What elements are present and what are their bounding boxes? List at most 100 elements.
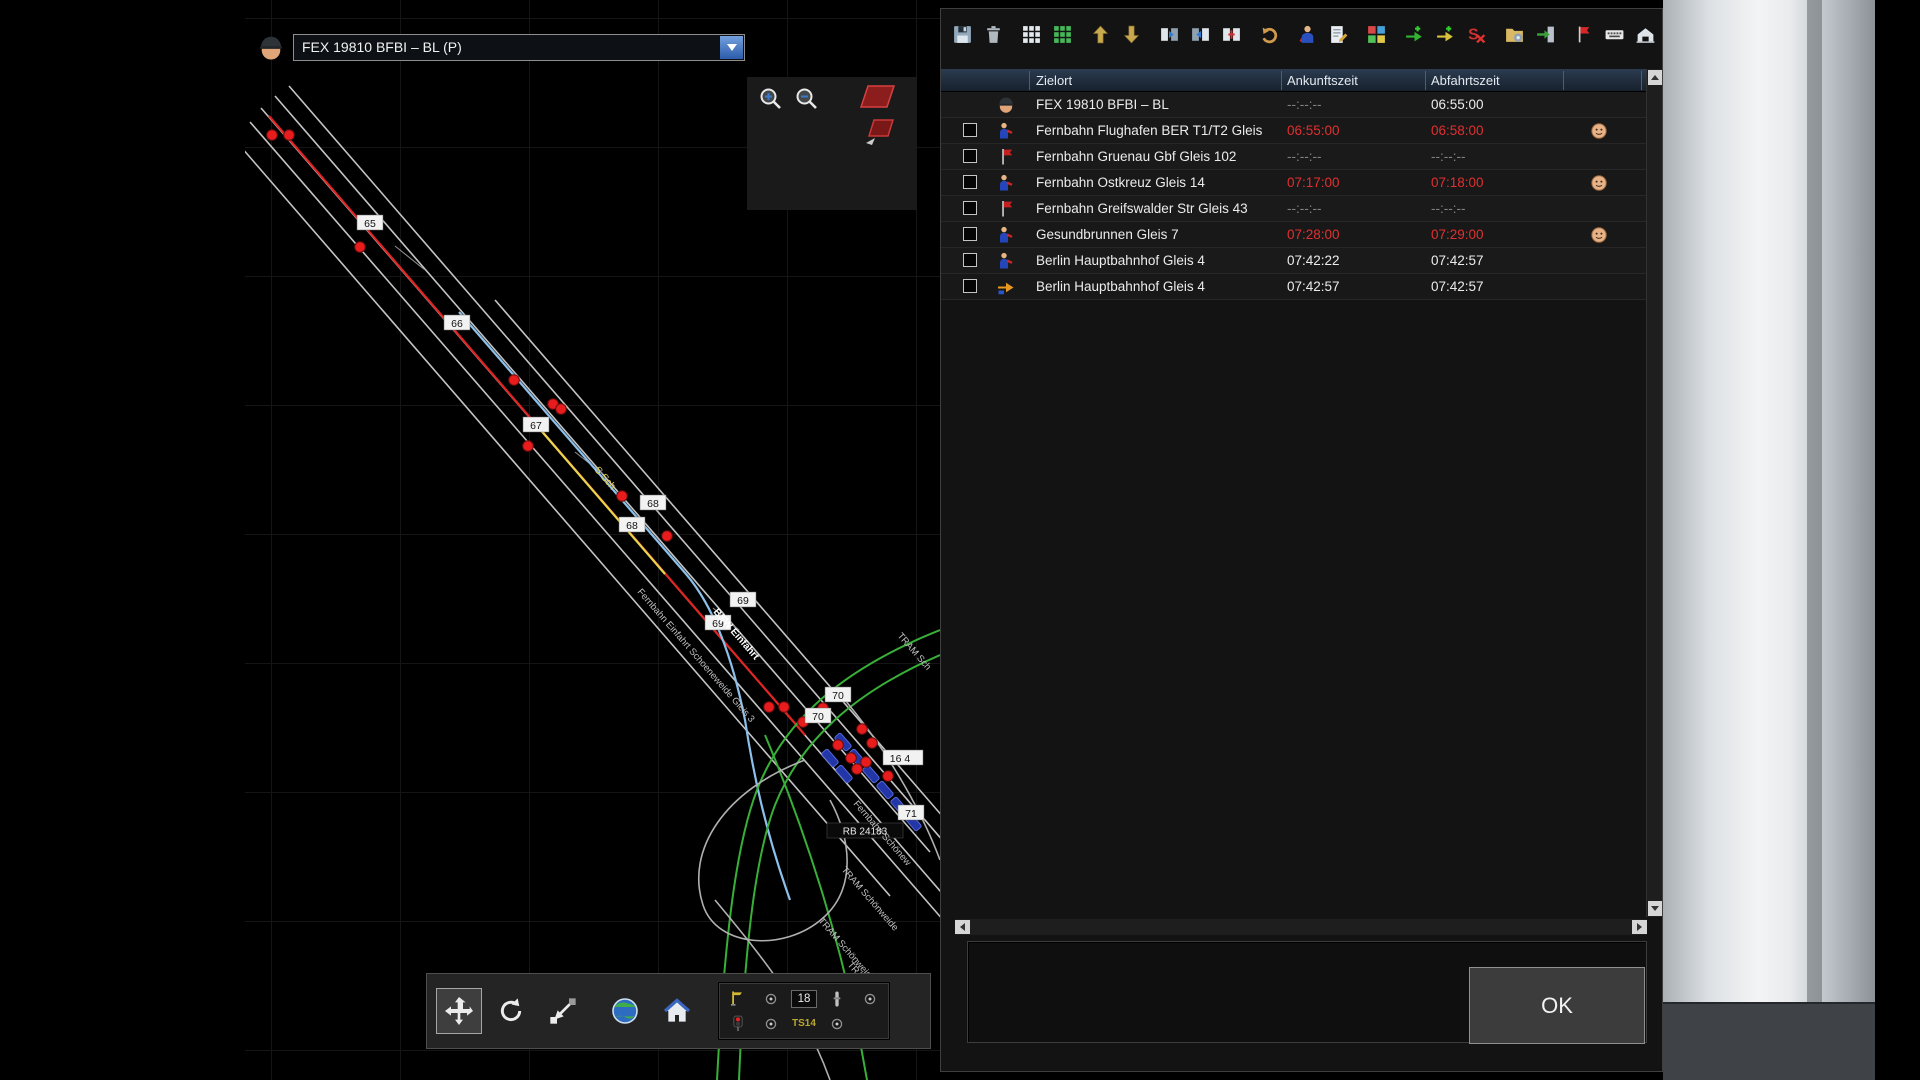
move-down-icon[interactable] xyxy=(1118,21,1145,48)
add-stop-green-icon[interactable] xyxy=(1401,21,1428,48)
driver-icon xyxy=(256,33,286,63)
timetable-rows: FEX 19810 BFBI – BL--:--:--06:55:00Fernb… xyxy=(941,92,1646,300)
track-map-panel: 65 66 67 68 68 69 69 70 70 71 16 4 RB 24… xyxy=(245,0,940,1080)
row-checkbox[interactable] xyxy=(963,201,977,215)
grid-small-icon[interactable] xyxy=(1018,21,1045,48)
ok-button[interactable]: OK xyxy=(1469,967,1645,1044)
column-ankunftszeit[interactable]: Ankunftszeit xyxy=(1287,73,1358,88)
depart-icon xyxy=(996,277,1016,297)
svg-text:67: 67 xyxy=(530,420,542,432)
pan-tool-button[interactable] xyxy=(436,988,482,1034)
mast-signal-icon[interactable] xyxy=(728,989,748,1009)
station-icon[interactable] xyxy=(1632,21,1659,48)
passenger-icon xyxy=(996,251,1016,271)
map-extent-icon[interactable] xyxy=(859,83,897,110)
ankunftszeit-cell: 07:42:57 xyxy=(1287,279,1340,294)
map-toolbar: 18 TS14 xyxy=(426,973,931,1049)
edit-list-icon[interactable] xyxy=(1325,21,1352,48)
table-header: Zielort Ankunftszeit Abfahrtszeit xyxy=(941,69,1646,92)
folder-gear-icon[interactable] xyxy=(1501,21,1528,48)
ankunftszeit-cell: --:--:-- xyxy=(1287,201,1321,216)
map-zoom-controls xyxy=(747,77,917,210)
remove-stop-icon[interactable]: S xyxy=(1463,21,1490,48)
ankunftszeit-cell: 07:28:00 xyxy=(1287,227,1340,242)
red-signal-icon[interactable] xyxy=(728,1014,748,1034)
column-zielort[interactable]: Zielort xyxy=(1036,73,1072,88)
abfahrtszeit-cell: --:--:-- xyxy=(1431,149,1465,164)
svg-text:70: 70 xyxy=(832,690,844,702)
row-checkbox[interactable] xyxy=(963,227,977,241)
scroll-right-button[interactable] xyxy=(1632,920,1647,934)
svg-text:70: 70 xyxy=(812,711,824,723)
indicator-dot-icon[interactable] xyxy=(860,989,880,1009)
train-selector-dropdown[interactable]: FEX 19810 BFBI – BL (P) xyxy=(293,34,745,61)
ankunftszeit-cell: --:--:-- xyxy=(1287,97,1321,112)
ankunftszeit-cell: 07:17:00 xyxy=(1287,175,1340,190)
row-checkbox[interactable] xyxy=(963,123,977,137)
indicator-dot-icon[interactable] xyxy=(761,989,781,1009)
speed-value-field[interactable]: 18 xyxy=(791,990,817,1008)
map-header: FEX 19810 BFBI – BL (P) xyxy=(245,32,940,66)
zoom-in-button[interactable] xyxy=(757,85,785,113)
horizontal-scrollbar[interactable] xyxy=(955,919,1647,935)
timetable-row[interactable]: Fernbahn Greifswalder Str Gleis 43 --:--:… xyxy=(941,196,1646,222)
indicator-dot-icon[interactable] xyxy=(761,1014,781,1034)
flag-icon xyxy=(996,199,1016,219)
vertical-scrollbar[interactable] xyxy=(1646,69,1662,917)
scroll-left-button[interactable] xyxy=(955,920,970,934)
insert-right-icon[interactable] xyxy=(1187,21,1214,48)
passenger-icon xyxy=(996,121,1016,141)
delete-icon[interactable] xyxy=(980,21,1007,48)
jump-to-button[interactable] xyxy=(540,988,586,1034)
row-checkbox[interactable] xyxy=(963,279,977,293)
row-checkbox[interactable] xyxy=(963,149,977,163)
scroll-down-button[interactable] xyxy=(1648,901,1662,916)
rotate-view-button[interactable] xyxy=(488,988,534,1034)
block-label: 16 4 xyxy=(883,750,923,765)
import-icon[interactable] xyxy=(1532,21,1559,48)
svg-text:68: 68 xyxy=(647,498,659,510)
zielort-cell: Berlin Hauptbahnhof Gleis 4 xyxy=(1036,279,1205,294)
signal-status-panel: 18 TS14 xyxy=(718,982,890,1040)
move-up-icon[interactable] xyxy=(1087,21,1114,48)
abfahrtszeit-cell: 06:55:00 xyxy=(1431,97,1484,112)
ankunftszeit-cell: 07:42:22 xyxy=(1287,253,1340,268)
flag-icon[interactable] xyxy=(1570,21,1597,48)
column-abfahrtszeit[interactable]: Abfahrtszeit xyxy=(1431,73,1500,88)
svg-text:71: 71 xyxy=(905,808,917,820)
timetable-row[interactable]: Berlin Hauptbahnhof Gleis 4 07:42:22 07:42… xyxy=(941,248,1646,274)
row-checkbox[interactable] xyxy=(963,175,977,189)
keyboard-icon[interactable] xyxy=(1601,21,1628,48)
timetable-row[interactable]: Fernbahn Flughafen BER T1/T2 Gleis06:55:… xyxy=(941,118,1646,144)
add-stop-yellow-icon[interactable] xyxy=(1432,21,1459,48)
driver-icon[interactable] xyxy=(1294,21,1321,48)
world-view-button[interactable] xyxy=(602,988,648,1034)
grid-green-icon[interactable] xyxy=(1049,21,1076,48)
color-grid-icon[interactable] xyxy=(1363,21,1390,48)
insert-split-icon[interactable] xyxy=(1218,21,1245,48)
scroll-up-button[interactable] xyxy=(1648,70,1662,85)
zielort-cell: Fernbahn Flughafen BER T1/T2 Gleis xyxy=(1036,123,1262,138)
world-scene-strip xyxy=(1663,0,1875,1080)
home-view-button[interactable] xyxy=(654,988,700,1034)
map-extent-arrow-icon[interactable] xyxy=(863,117,897,146)
timetable-toolbar: S xyxy=(949,19,1656,49)
indicator-dot-icon[interactable] xyxy=(827,1014,847,1034)
undo-icon[interactable] xyxy=(1256,21,1283,48)
timetable-row[interactable]: FEX 19810 BFBI – BL--:--:--06:55:00 xyxy=(941,92,1646,118)
timetable-row[interactable]: Fernbahn Ostkreuz Gleis 1407:17:0007:18:… xyxy=(941,170,1646,196)
zielort-cell: Berlin Hauptbahnhof Gleis 4 xyxy=(1036,253,1205,268)
save-icon[interactable] xyxy=(949,21,976,48)
coupler-icon[interactable] xyxy=(827,989,847,1009)
zielort-cell: Fernbahn Greifswalder Str Gleis 43 xyxy=(1036,201,1248,216)
timetable-row[interactable]: Gesundbrunnen Gleis 707:28:0007:29:00 xyxy=(941,222,1646,248)
abfahrtszeit-cell: 06:58:00 xyxy=(1431,123,1484,138)
zoom-out-button[interactable] xyxy=(793,85,821,113)
insert-left-icon[interactable] xyxy=(1156,21,1183,48)
row-checkbox[interactable] xyxy=(963,253,977,267)
dropdown-arrow-icon[interactable] xyxy=(720,36,743,59)
abfahrtszeit-cell: 07:42:57 xyxy=(1431,253,1484,268)
timetable-row[interactable]: Berlin Hauptbahnhof Gleis 4 07:42:57 07:42… xyxy=(941,274,1646,300)
timetable-row[interactable]: Fernbahn Gruenau Gbf Gleis 102--:--:----… xyxy=(941,144,1646,170)
abfahrtszeit-cell: 07:42:57 xyxy=(1431,279,1484,294)
